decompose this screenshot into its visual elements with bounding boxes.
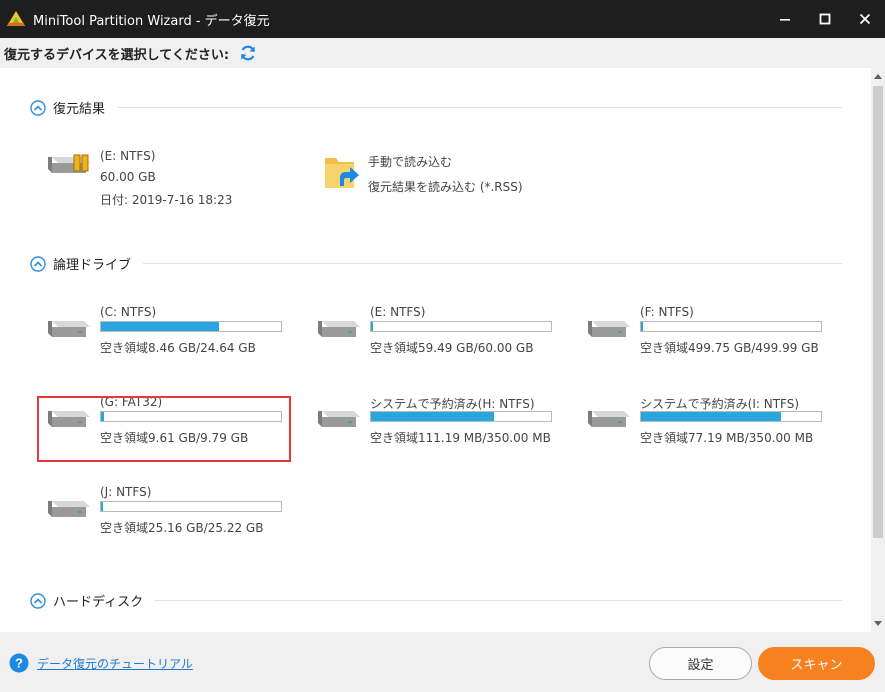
drive-usage-bar — [100, 321, 282, 332]
minimize-icon — [780, 19, 790, 21]
drive-icon — [48, 321, 90, 337]
collapse-icon[interactable] — [30, 255, 46, 272]
device-list-panel: 復元結果 (E: NTFS) 60.00 GB 日付: 2019-7-16 18… — [0, 68, 871, 632]
drive-usage-fill — [641, 322, 644, 331]
drive-free-space: 空き領域8.46 GB/24.64 GB — [100, 341, 256, 355]
window-title: MiniTool Partition Wizard - データ復元 — [33, 13, 270, 29]
drive-name: (E: NTFS) — [370, 305, 426, 319]
title-bar: MiniTool Partition Wizard - データ復元 — [0, 0, 885, 38]
logical-drive-item[interactable]: システムで予約済み(H: NTFS) 空き領域111.19 MB/350.00 M… — [318, 395, 558, 447]
scroll-up-button[interactable] — [871, 68, 885, 84]
scroll-down-button[interactable] — [871, 616, 885, 632]
maximize-button[interactable] — [805, 0, 845, 38]
section-title: ハードディスク — [53, 595, 144, 610]
settings-button[interactable]: 設定 — [649, 647, 752, 680]
footer-bar: ? データ復元のチュートリアル 設定 スキャン — [0, 632, 885, 692]
drive-date: 日付: 2019-7-16 18:23 — [100, 193, 233, 207]
drive-usage-fill — [101, 502, 104, 511]
folder-load-icon — [325, 158, 359, 188]
drive-usage-bar — [100, 501, 282, 512]
drive-free-space: 空き領域77.19 MB/350.00 MB — [640, 431, 814, 445]
close-icon — [859, 13, 871, 25]
instruction-text: 復元するデバイスを選択してください: — [4, 47, 230, 63]
section-header-logical-drives: 論理ドライブ — [30, 254, 842, 273]
instruction-bar: 復元するデバイスを選択してください: — [0, 38, 885, 68]
drive-usage-bar — [370, 411, 552, 422]
logical-drive-item[interactable]: (C: NTFS) 空き領域8.46 GB/24.64 GB — [48, 305, 288, 357]
drive-free-space: 空き領域25.16 GB/25.22 GB — [100, 521, 264, 535]
chevron-up-icon — [874, 74, 882, 79]
drive-name: (J: NTFS) — [100, 485, 152, 499]
recovery-result-e[interactable]: (E: NTFS) 60.00 GB 日付: 2019-7-16 18:23 — [48, 149, 268, 209]
window-controls — [765, 0, 885, 38]
maximize-icon — [819, 13, 831, 25]
refresh-icon[interactable] — [239, 44, 257, 62]
manual-load-desc: 復元結果を読み込む (*.RSS) — [368, 180, 523, 194]
section-title: 論理ドライブ — [53, 258, 132, 273]
scan-button[interactable]: スキャン — [758, 647, 875, 680]
minimize-button[interactable] — [765, 0, 805, 38]
drive-icon — [48, 501, 90, 517]
drive-icon — [318, 321, 360, 337]
svg-text:?: ? — [15, 656, 23, 671]
drive-icon — [588, 411, 630, 427]
drive-usage-bar — [640, 411, 822, 422]
logical-drive-item[interactable]: (J: NTFS) 空き領域25.16 GB/25.22 GB — [48, 485, 288, 537]
section-header-hard-disks: ハードディスク — [30, 591, 842, 610]
collapse-icon[interactable] — [30, 592, 46, 609]
drive-usage-fill — [641, 412, 782, 421]
collapse-icon[interactable] — [30, 99, 46, 116]
close-button[interactable] — [845, 0, 885, 38]
tutorial-link[interactable]: データ復元のチュートリアル — [37, 655, 193, 672]
drive-icon — [318, 411, 360, 427]
drive-usage-bar — [640, 321, 822, 332]
drive-icon — [588, 321, 630, 337]
chevron-down-icon — [874, 621, 882, 626]
vertical-scrollbar[interactable] — [871, 68, 885, 632]
drive-name: システムで予約済み(H: NTFS) — [370, 397, 535, 411]
divider — [117, 107, 842, 108]
drive-name: (C: NTFS) — [100, 305, 157, 319]
manual-load-title: 手動で読み込む — [368, 155, 453, 169]
drive-name: (E: NTFS) — [100, 149, 156, 163]
minitool-logo-icon — [7, 11, 25, 26]
manual-load-results[interactable]: 手動で読み込む 復元結果を読み込む (*.RSS) — [322, 152, 552, 198]
help-icon[interactable]: ? — [9, 653, 29, 673]
divider — [155, 600, 842, 601]
drive-name: システムで予約済み(I: NTFS) — [640, 397, 800, 411]
logical-drive-item[interactable]: (E: NTFS) 空き領域59.49 GB/60.00 GB — [318, 305, 558, 357]
divider — [143, 263, 842, 264]
drive-usage-bar — [370, 321, 552, 332]
drive-result-icon — [48, 154, 90, 173]
section-title: 復元結果 — [53, 102, 106, 117]
drive-usage-fill — [371, 322, 374, 331]
drive-usage-fill — [371, 412, 494, 421]
logical-drive-item[interactable]: システムで予約済み(I: NTFS) 空き領域77.19 MB/350.00 MB — [588, 395, 828, 447]
drive-size: 60.00 GB — [100, 170, 156, 184]
section-header-recovery-results: 復元結果 — [30, 98, 842, 117]
drive-name: (F: NTFS) — [640, 305, 694, 319]
scrollbar-thumb[interactable] — [873, 86, 883, 538]
logical-drive-item[interactable]: (F: NTFS) 空き領域499.75 GB/499.99 GB — [588, 305, 828, 357]
drive-free-space: 空き領域499.75 GB/499.99 GB — [640, 341, 819, 355]
drive-usage-fill — [101, 322, 220, 331]
drive-free-space: 空き領域59.49 GB/60.00 GB — [370, 341, 534, 355]
selection-highlight — [37, 396, 291, 462]
drive-free-space: 空き領域111.19 MB/350.00 MB — [370, 431, 551, 445]
